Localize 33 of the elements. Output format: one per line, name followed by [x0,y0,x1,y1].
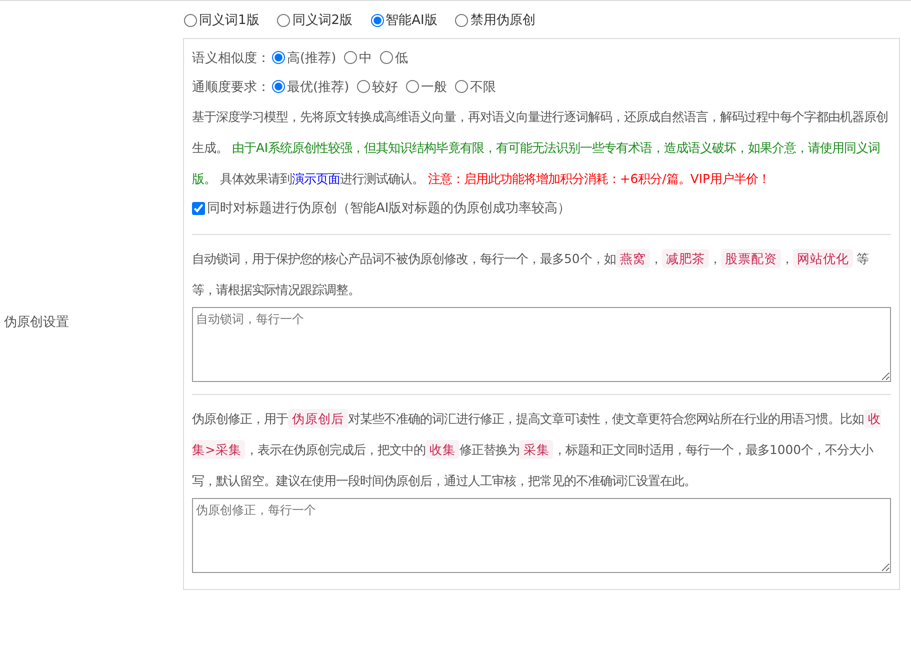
radio-button[interactable] [370,14,384,26]
option-label: 智能AI版 [386,12,438,29]
option-label: 同义词1版 [199,12,260,29]
option-label: 同义词2版 [292,12,353,29]
radio-button[interactable] [455,80,468,93]
radio-button[interactable] [184,14,197,26]
option-label: 同时对标题进行伪原创（智能AI版对标题的伪原创成功率较高） [207,200,571,217]
setting-label: 语义相似度： [192,50,270,66]
option-label: 较好 [372,78,398,96]
radio-button[interactable] [344,51,358,64]
section-label: 伪原创设置 [4,315,69,330]
description-text: 伪原创修正，用于 伪原创后 对某些不准确的词汇进行修正，提高文章可读性，使文章更符合您网站所在行业的用语习惯。比如 收集>采集 ，表示在伪原创完成后，把文中的 收集 修正替换为 采集 ，标题和正文同时适用，每行一个，最多1000个，不分大小写，默认留空。建议在使用一段时间伪原创后，通过人工审核，把常见的不准确词汇设置在此。 [192,408,882,490]
description-text: 基于深度学习模型，先将原文转换成高维语义向量，再对语义向量进行逐词解码，还原成自然语言，解码过程中每个字都由机器原创生成。 由于AI系统原创性较强，但其知识结构毕竟有限，有可能无法识别一些专有术语，造成语义破坏，如果介意，请使用同义词版。 具体效果请到演示页面进行测试确认。 注意：启用此功能将增加积分消耗：+6积分/篇。VIP用户半价！ [192,108,889,188]
radio-button[interactable] [380,51,394,64]
demo-page-link[interactable]: 演示页面 [292,171,340,186]
checkbox[interactable] [192,202,205,214]
radio-button[interactable] [406,80,420,93]
option-label: 一般 [421,78,448,96]
option-label: 最优(推荐) [287,78,350,96]
radio-button[interactable] [455,14,468,26]
option-label: 中 [359,50,372,66]
option-label: 不限 [470,78,496,96]
setting-label: 通顺度要求： [192,78,270,96]
radio-button[interactable] [272,51,285,64]
description-text: 自动锁词，用于保护您的核心产品词不被伪原创修改，每行一个，最多50个，如 燕窝 ， 减肥茶 ， 股票配资 ， 网站优化 等等，请根据实际情况跟踪调整。 [192,248,870,299]
option-label: 高(推荐) [287,50,336,66]
radio-button[interactable] [272,80,285,93]
radio-button[interactable] [277,14,290,26]
lock-words-field[interactable]: 自动锁词，每行一个 [192,307,891,382]
option-label: 禁用伪原创 [470,12,536,29]
corrections-field[interactable]: 伪原创修正，每行一个 [192,498,891,573]
option-label: 低 [395,50,408,66]
radio-button[interactable] [357,80,370,93]
